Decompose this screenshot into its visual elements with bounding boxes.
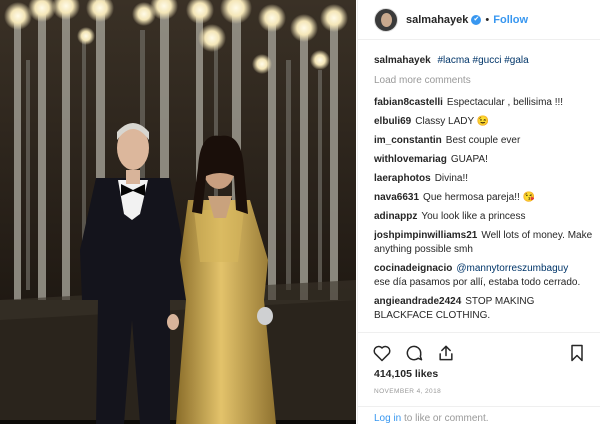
share-icon[interactable] — [436, 343, 456, 363]
comment-item: cocinadeignacio @mannytorreszumbaguy ese d… — [374, 262, 595, 290]
comment-item: adinappz You look like a princess — [374, 210, 595, 224]
load-more-comments-button[interactable]: Load more comments — [374, 74, 595, 88]
login-prompt: Log in to like or comment. — [358, 406, 600, 430]
comment-text: Divina!! — [434, 173, 469, 184]
avatar[interactable] — [374, 7, 398, 32]
comment-username[interactable]: elbuli69 — [374, 116, 411, 127]
hashtag-link[interactable]: #gala — [504, 55, 528, 66]
caption-username[interactable]: salmahayek — [374, 55, 431, 66]
comment-item: laeraphotos Divina!! — [374, 172, 595, 186]
comment-text: Que hermosa pareja!! 😘 — [423, 192, 535, 203]
likes-count[interactable]: 414,105 likes — [374, 368, 438, 380]
login-prompt-text: to like or comment. — [401, 413, 489, 424]
comment-item: withlovemariag GUAPA! — [374, 153, 595, 167]
comment-text: You look like a princess — [421, 211, 526, 222]
comment-text: ese día pasamos por allí, estaba todo ce… — [374, 277, 581, 288]
comment-item: joshpimpinwilliams21 Well lots of money. … — [374, 229, 595, 257]
post-header: salmahayek ✔ • Follow — [358, 0, 600, 40]
comment-username[interactable]: angieandrade2424 — [374, 296, 461, 307]
post-side-panel: salmahayek ✔ • Follow salmahayek #lacma … — [357, 0, 600, 424]
heart-icon[interactable] — [372, 343, 392, 363]
comment-username[interactable]: laeraphotos — [374, 173, 431, 184]
action-icons — [372, 343, 456, 363]
hashtag-link[interactable]: #lacma — [438, 55, 470, 66]
follow-button[interactable]: Follow — [493, 14, 528, 26]
comment-username[interactable]: joshpimpinwilliams21 — [374, 230, 477, 241]
comment-username[interactable]: adinappz — [374, 211, 417, 222]
separator-dot: • — [485, 13, 490, 26]
verified-badge-icon: ✔ — [471, 14, 482, 25]
comment-username[interactable]: withlovemariag — [374, 154, 447, 165]
comments-list[interactable]: salmahayek #lacma #gucci #gala Load more… — [374, 54, 595, 332]
post-photo[interactable] — [0, 0, 356, 424]
comment-username[interactable]: nava6631 — [374, 192, 419, 203]
comment-username[interactable]: fabian8castelli — [374, 97, 443, 108]
post-image — [0, 0, 356, 424]
post-actions: 414,105 likes NOVEMBER 4, 2018 — [358, 332, 600, 395]
comment-item: angieandrade2424 STOP MAKING BLACKFACE CL… — [374, 295, 595, 323]
comment-item: im_constantin Best couple ever — [374, 134, 595, 148]
comment-text: GUAPA! — [450, 154, 488, 165]
comment-item: elbuli69 Classy LADY 😉 — [374, 115, 595, 129]
comment-username[interactable]: cocinadeignacio — [374, 263, 452, 274]
comment-item: nava6631 Que hermosa pareja!! 😘 — [374, 191, 595, 205]
comment-text: Espectacular , bellisima !!! — [446, 97, 564, 108]
comment-item: fabian8castelli Espectacular , bellisima … — [374, 96, 595, 110]
header-username[interactable]: salmahayek — [406, 14, 468, 26]
comment-icon[interactable] — [404, 343, 424, 363]
comment-username[interactable]: im_constantin — [374, 135, 442, 146]
login-link[interactable]: Log in — [374, 413, 401, 424]
hashtag-link[interactable]: #gucci — [473, 55, 502, 66]
bookmark-icon[interactable] — [567, 343, 587, 363]
comment-text: Classy LADY 😉 — [415, 116, 490, 127]
comment-text: Best couple ever — [445, 135, 521, 146]
post-date: NOVEMBER 4, 2018 — [374, 388, 442, 395]
caption: salmahayek #lacma #gucci #gala — [374, 54, 595, 68]
comment-mention-link[interactable]: @mannytorreszumbaguy — [456, 263, 568, 274]
